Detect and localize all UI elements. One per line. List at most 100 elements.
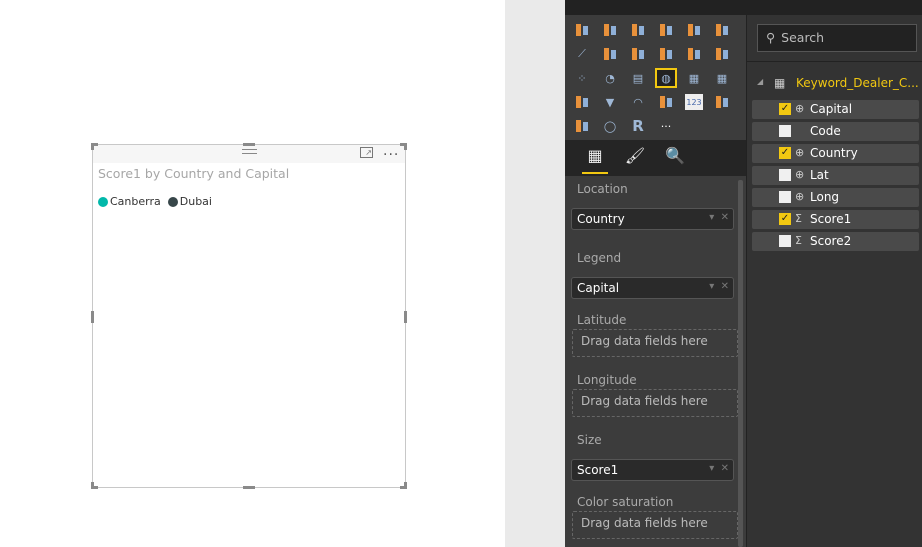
drop-zone[interactable]: Drag data fields here (572, 511, 738, 539)
field-item-long[interactable]: ⊕ Long (752, 188, 919, 207)
legend-item-dubai[interactable]: Dubai (180, 195, 212, 208)
line-column-visual-icon[interactable] (657, 46, 675, 62)
drop-zone[interactable]: Drag data fields here (572, 389, 738, 417)
pill-label: Score1 (577, 463, 619, 477)
field-pill-capital[interactable]: Capital ▾ ✕ (571, 277, 734, 299)
slicer-visual-icon[interactable] (573, 118, 591, 134)
funnel-visual-icon[interactable]: ▼ (601, 94, 619, 110)
field-checkbox[interactable] (779, 235, 791, 247)
fields-tab-icon[interactable]: ▦ (582, 146, 608, 174)
donut-visual-icon[interactable]: ◯ (601, 118, 619, 134)
collapse-arrow-icon[interactable]: ◢ (757, 77, 763, 86)
stacked-bar-visual-icon[interactable] (573, 22, 591, 38)
clustered-column-visual-icon[interactable] (657, 22, 675, 38)
fields-pane: ⚲ Search ◢ ▦ Keyword_Dealer_C... ✓ ⊕ Capita… (746, 0, 922, 547)
stacked-column-visual-icon[interactable] (601, 22, 619, 38)
field-checkbox[interactable] (779, 191, 791, 203)
line-clustered-column-visual-icon[interactable] (685, 46, 703, 62)
well-label: Latitude (577, 313, 627, 327)
resize-handle[interactable] (91, 482, 94, 489)
field-item-country[interactable]: ✓ ⊕ Country (752, 144, 919, 163)
analytics-magnifier-icon[interactable]: 🔍 (662, 146, 688, 168)
resize-handle[interactable] (404, 311, 407, 323)
line-visual-icon[interactable]: ⟋ (573, 46, 591, 62)
field-item-score1[interactable]: ✓ Σ Score1 (752, 210, 919, 229)
dropdown-remove-icons[interactable]: ▾ ✕ (709, 463, 729, 474)
filled-map-visual-icon[interactable] (573, 94, 591, 110)
sigma-icon: Σ (795, 234, 802, 247)
more-visual-icon[interactable]: ··· (657, 118, 675, 134)
table-visual-icon[interactable]: ▦ (685, 70, 703, 86)
resize-handle[interactable] (91, 143, 94, 150)
clustered-bar-visual-icon[interactable] (629, 22, 647, 38)
field-item-lat[interactable]: ⊕ Lat (752, 166, 919, 185)
field-pill-score1[interactable]: Score1 ▾ ✕ (571, 459, 734, 481)
pane-header (747, 0, 922, 15)
search-icon: ⚲ (766, 30, 776, 45)
canvas-gutter (505, 0, 565, 547)
dropdown-remove-icons[interactable]: ▾ ✕ (709, 212, 729, 223)
field-checkbox[interactable]: ✓ (779, 103, 791, 115)
visual-header (93, 145, 405, 163)
100-stacked-bar-visual-icon[interactable] (685, 22, 703, 38)
map-visual-icon[interactable]: ◍ (655, 68, 677, 88)
100-stacked-column-visual-icon[interactable] (713, 22, 731, 38)
stacked-area-visual-icon[interactable] (629, 46, 647, 62)
gauge-visual-icon[interactable]: ◠ (629, 94, 647, 110)
field-name: Score2 (810, 234, 852, 248)
drop-zone[interactable]: Drag data fields here (572, 329, 738, 357)
field-name: Capital (810, 102, 853, 116)
field-item-score2[interactable]: Σ Score2 (752, 232, 919, 251)
search-input[interactable]: ⚲ Search (757, 24, 917, 52)
drag-handle-icon[interactable] (242, 149, 257, 154)
pill-label: Capital (577, 281, 620, 295)
focus-mode-icon[interactable]: ↗ (360, 147, 373, 158)
treemap-visual-icon[interactable]: ▤ (629, 70, 647, 86)
field-name: Long (810, 190, 840, 204)
well-label: Location (577, 182, 628, 196)
area-visual-icon[interactable] (601, 46, 619, 62)
dropdown-remove-icons[interactable]: ▾ ✕ (709, 281, 729, 292)
resize-handle[interactable] (91, 311, 94, 323)
resize-handle[interactable] (404, 143, 407, 150)
globe-icon: ⊕ (795, 190, 805, 203)
legend-marker-dubai (167, 196, 178, 207)
matrix-visual-icon[interactable]: ▦ (713, 70, 731, 86)
table-icon: ▦ (774, 76, 786, 90)
pane-header (565, 0, 746, 15)
format-paint-roller-icon[interactable]: 🖌 (622, 146, 648, 168)
field-name: Country (810, 146, 858, 160)
field-checkbox[interactable]: ✓ (779, 213, 791, 225)
scrollbar[interactable] (738, 180, 743, 547)
globe-icon: ⊕ (795, 168, 805, 181)
legend: Canberra Dubai (98, 195, 212, 208)
r-script-visual-icon[interactable]: R (629, 117, 647, 135)
field-checkbox[interactable] (779, 125, 791, 137)
globe-icon: ⊕ (795, 146, 805, 159)
well-label: Longitude (577, 373, 637, 387)
report-canvas: ↗ ... Score1 by Country and Capital Canb… (0, 0, 505, 547)
more-options-icon[interactable]: ... (383, 143, 399, 159)
field-pill-country[interactable]: Country ▾ ✕ (571, 208, 734, 230)
well-label: Size (577, 433, 602, 447)
scatter-visual-icon[interactable]: ⁘ (573, 70, 591, 86)
resize-handle[interactable] (243, 486, 255, 489)
field-checkbox[interactable]: ✓ (779, 147, 791, 159)
pie-visual-icon[interactable]: ◔ (601, 70, 619, 86)
pill-label: Country (577, 212, 625, 226)
field-item-capital[interactable]: ✓ ⊕ Capital (752, 100, 919, 119)
card-visual-icon[interactable]: 123 (685, 94, 703, 110)
map-visual[interactable]: ↗ ... Score1 by Country and Capital Canb… (91, 143, 407, 489)
field-checkbox[interactable] (779, 169, 791, 181)
field-name: Lat (810, 168, 829, 182)
multi-row-card-visual-icon[interactable] (657, 94, 675, 110)
table-name[interactable]: Keyword_Dealer_C... (796, 76, 919, 90)
pane-tabs: ▦ 🖌 🔍 (565, 140, 746, 176)
ribbon-visual-icon[interactable] (713, 46, 731, 62)
resize-handle[interactable] (243, 143, 255, 146)
legend-item-canberra[interactable]: Canberra (110, 195, 161, 208)
visual-title: Score1 by Country and Capital (98, 166, 290, 181)
kpi-visual-icon[interactable] (713, 94, 731, 110)
resize-handle[interactable] (404, 482, 407, 489)
field-item-code[interactable]: Code (752, 122, 919, 141)
